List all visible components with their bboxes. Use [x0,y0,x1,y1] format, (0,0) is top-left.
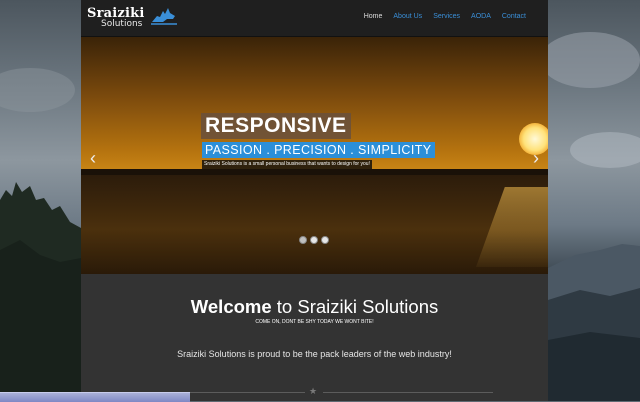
welcome-heading: Welcome to Sraiziki Solutions [81,295,548,319]
main-nav: Home About Us Services AODA Contact [353,12,526,22]
section-divider-right [323,392,493,393]
logo-subtext: Solutions [101,19,143,29]
carousel-dot-2[interactable] [310,236,318,244]
star-icon: ★ [309,386,318,396]
carousel-indicators [299,236,329,244]
site-logo[interactable]: Sraiziki Solutions [87,7,179,31]
welcome-tagline: COME ON, DONT BE SHY TODAY WE WONT BITE! [255,319,374,325]
lake-water [81,175,548,274]
hero-subtitle: PASSION . PRECISION . SIMPLICITY [202,142,435,158]
welcome-heading-bold: Welcome [190,296,272,317]
nav-about-us[interactable]: About Us [393,12,422,22]
carousel-dot-3[interactable] [321,236,329,244]
hero-carousel: RESPONSIVE PASSION . PRECISION . SIMPLIC… [81,37,548,274]
hero-title: RESPONSIVE [201,113,351,139]
wolf-icon [151,8,177,25]
chevron-left-icon[interactable]: ‹ [90,149,96,167]
chevron-right-icon[interactable]: › [533,149,539,167]
carousel-dot-1[interactable] [299,236,307,244]
website-container: Sraiziki Solutions Home About Us Service… [81,0,548,401]
nav-aoda[interactable]: AODA [471,12,491,22]
navbar: Sraiziki Solutions Home About Us Service… [81,0,548,37]
hero-description: Sraiziki Solutions is a small personal b… [202,160,372,169]
welcome-body-text: Sraiziki Solutions is proud to be the pa… [177,349,452,359]
nav-contact[interactable]: Contact [502,12,526,22]
welcome-heading-rest: to Sraiziki Solutions [271,296,439,317]
nav-home[interactable]: Home [364,12,383,22]
nav-services[interactable]: Services [433,12,460,22]
